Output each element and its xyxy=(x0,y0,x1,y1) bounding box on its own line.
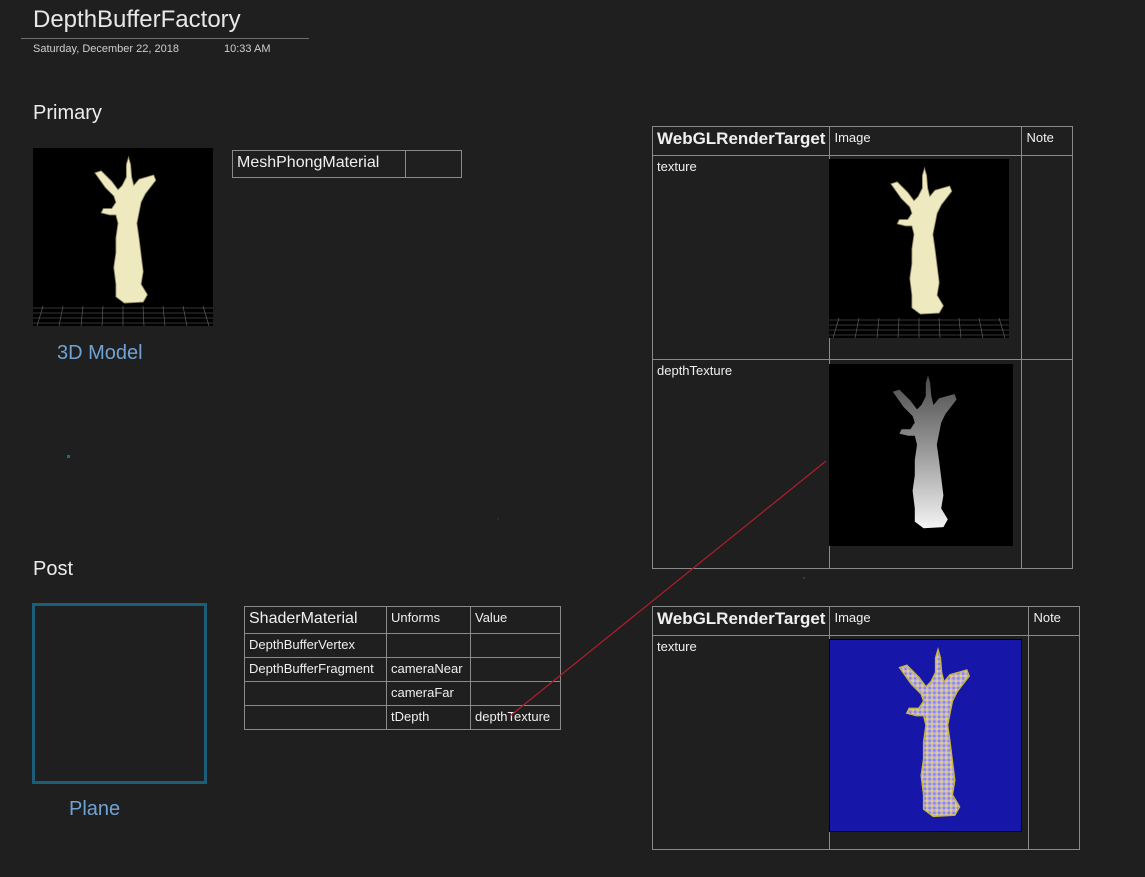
shader-cell xyxy=(470,657,561,682)
rt2-header-note: Note xyxy=(1028,606,1080,636)
page-date: Saturday, December 22, 2018 xyxy=(33,43,179,55)
3d-model-image[interactable] xyxy=(33,148,213,326)
statue-depth-visualization-image[interactable] xyxy=(829,639,1022,832)
rt1-row-label: depthTexture xyxy=(651,359,831,569)
rt1-note-cell[interactable] xyxy=(1021,359,1073,569)
shader-cell: DepthBufferVertex xyxy=(244,633,387,658)
page-title: DepthBufferFactory xyxy=(33,6,241,33)
shader-cell xyxy=(244,705,387,730)
statue-depth-image[interactable] xyxy=(829,364,1013,546)
rt1-header-target: WebGLRenderTarget xyxy=(651,126,831,156)
shader-header-uniforms: Unforms xyxy=(386,606,471,634)
material-value-cell[interactable] xyxy=(405,150,462,178)
page-time: 10:33 AM xyxy=(224,43,271,55)
shader-cell: tDepth xyxy=(386,705,471,730)
shader-cell: DepthBufferFragment xyxy=(244,657,387,682)
rt2-note-cell[interactable] xyxy=(1028,635,1080,850)
title-divider xyxy=(21,38,309,39)
statue-render-graphic xyxy=(33,156,213,326)
shader-cell: cameraFar xyxy=(386,681,471,706)
statue-render-image[interactable] xyxy=(829,159,1009,338)
plane-caption: Plane xyxy=(69,798,121,820)
shader-cell xyxy=(470,681,561,706)
shader-cell xyxy=(470,633,561,658)
material-name: MeshPhongMaterial xyxy=(232,150,406,178)
statue-render-graphic xyxy=(829,167,1009,338)
shader-cell xyxy=(386,633,471,658)
rt2-row-label: texture xyxy=(651,635,831,850)
statue-depth-vis-graphic xyxy=(898,648,970,818)
rt1-header-image: Image xyxy=(829,126,1023,156)
shader-material-table: ShaderMaterial Unforms Value DepthBuffer… xyxy=(244,606,561,730)
shader-cell: depthTexture xyxy=(470,705,561,730)
plane-image[interactable] xyxy=(32,603,207,784)
shader-header-value: Value xyxy=(470,606,561,634)
section-heading-post: Post xyxy=(33,558,74,580)
shader-header-material: ShaderMaterial xyxy=(244,606,387,634)
statue-depth-graphic xyxy=(892,375,957,529)
rt1-row-label: texture xyxy=(651,155,831,360)
ink-dot xyxy=(67,455,70,458)
section-heading-primary: Primary xyxy=(33,102,102,124)
shader-cell: cameraNear xyxy=(386,657,471,682)
rt2-header-image: Image xyxy=(829,606,1030,636)
rt2-header-target: WebGLRenderTarget xyxy=(651,606,831,636)
shader-cell xyxy=(244,681,387,706)
material-table: MeshPhongMaterial xyxy=(232,150,462,178)
rt1-header-note: Note xyxy=(1021,126,1073,156)
3d-model-caption: 3D Model xyxy=(57,342,143,364)
rt1-note-cell[interactable] xyxy=(1021,155,1073,360)
